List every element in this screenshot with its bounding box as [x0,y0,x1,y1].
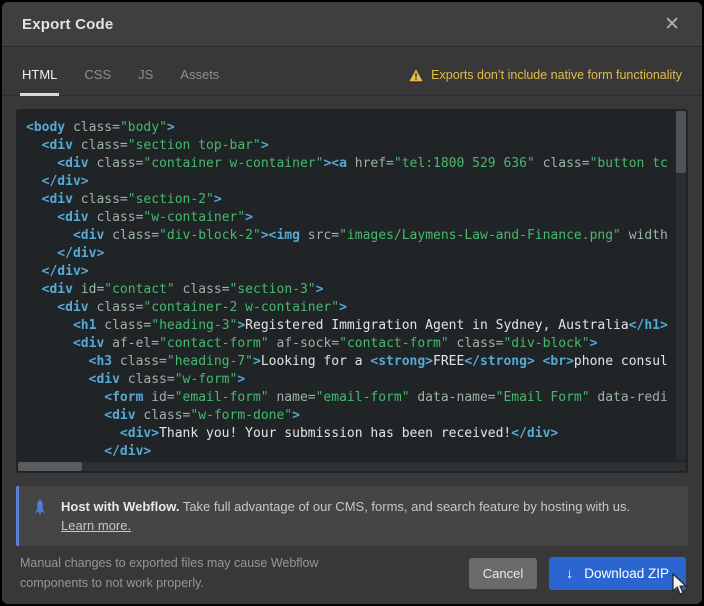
export-note: Manual changes to exported files may cau… [20,553,319,593]
code-preview-panel: <body class="body"> <div class="section … [16,109,688,473]
code-line: <div class="w-container"> [26,209,674,227]
vertical-scrollbar-thumb[interactable] [676,111,686,173]
code-line: </div> [26,263,674,281]
code-line: <div class="w-form-done"> [26,407,674,425]
code-line: </div> [26,245,674,263]
code-line: <h3 class="heading-7">Looking for a <str… [26,353,674,371]
tabs: HTML CSS JS Assets [22,61,219,95]
vertical-scrollbar[interactable] [676,111,686,460]
code-line: <div id="contact" class="section-3"> [26,281,674,299]
code-line: </div> [26,173,674,191]
export-note-line2: components to not work properly. [20,573,319,593]
code-line: <div class="section-2"> [26,191,674,209]
close-icon[interactable]: ✕ [662,15,682,34]
code-line: <body class="body"> [26,119,674,137]
code-line: <h1 class="heading-3">Registered Immigra… [26,317,674,335]
tab-js[interactable]: JS [138,61,153,95]
code-line: <div class="section top-bar"> [26,137,674,155]
download-arrow-icon: ↓ [566,566,573,580]
banner-text: Host with Webflow. Take full advantage o… [61,497,630,535]
download-zip-label: Download ZIP [584,566,669,581]
code-line: <div af-el="contact-form" af-sock="conta… [26,335,674,353]
banner-text-bold: Host with Webflow. [61,499,179,514]
tab-html[interactable]: HTML [22,61,57,95]
banner-text-body: Take full advantage of our CMS, forms, a… [179,499,630,514]
code-line: <div class="div-block-2"><img src="image… [26,227,674,245]
tab-css[interactable]: CSS [84,61,111,95]
rocket-icon [32,499,48,517]
tab-assets[interactable]: Assets [180,61,219,95]
code-line: <div>Thank you! Your submission has been… [26,425,674,443]
footer-buttons: Cancel ↓ Download ZIP [469,557,686,590]
code-line: <div class="container-2 w-container"> [26,299,674,317]
host-with-webflow-banner: Host with Webflow. Take full advantage o… [16,486,688,546]
learn-more-link[interactable]: Learn more. [61,518,131,533]
dialog-header: Export Code ✕ [2,2,702,47]
warning-text: Exports don’t include native form functi… [431,68,682,82]
cancel-button[interactable]: Cancel [469,558,537,589]
code-editor[interactable]: <body class="body"> <div class="section … [26,119,674,462]
horizontal-scrollbar[interactable] [18,462,686,471]
export-note-line1: Manual changes to exported files may cau… [20,553,319,573]
code-line: <form id="email-form" name="email-form" … [26,389,674,407]
dialog-title: Export Code [22,16,113,33]
code-line: <div class="container w-container"><a hr… [26,155,674,173]
export-code-dialog: Export Code ✕ HTML CSS JS Assets Exports do… [2,2,702,604]
code-line: </div> [26,443,674,461]
horizontal-scrollbar-thumb[interactable] [18,462,82,471]
download-zip-button[interactable]: ↓ Download ZIP [549,557,686,590]
tab-bar: HTML CSS JS Assets Exports don’t include na… [2,47,702,96]
code-line: <div class="w-form"> [26,371,674,389]
dialog-footer: Manual changes to exported files may cau… [2,546,702,604]
form-functionality-warning: Exports don’t include native form functi… [409,68,682,95]
warning-triangle-icon [409,69,423,82]
